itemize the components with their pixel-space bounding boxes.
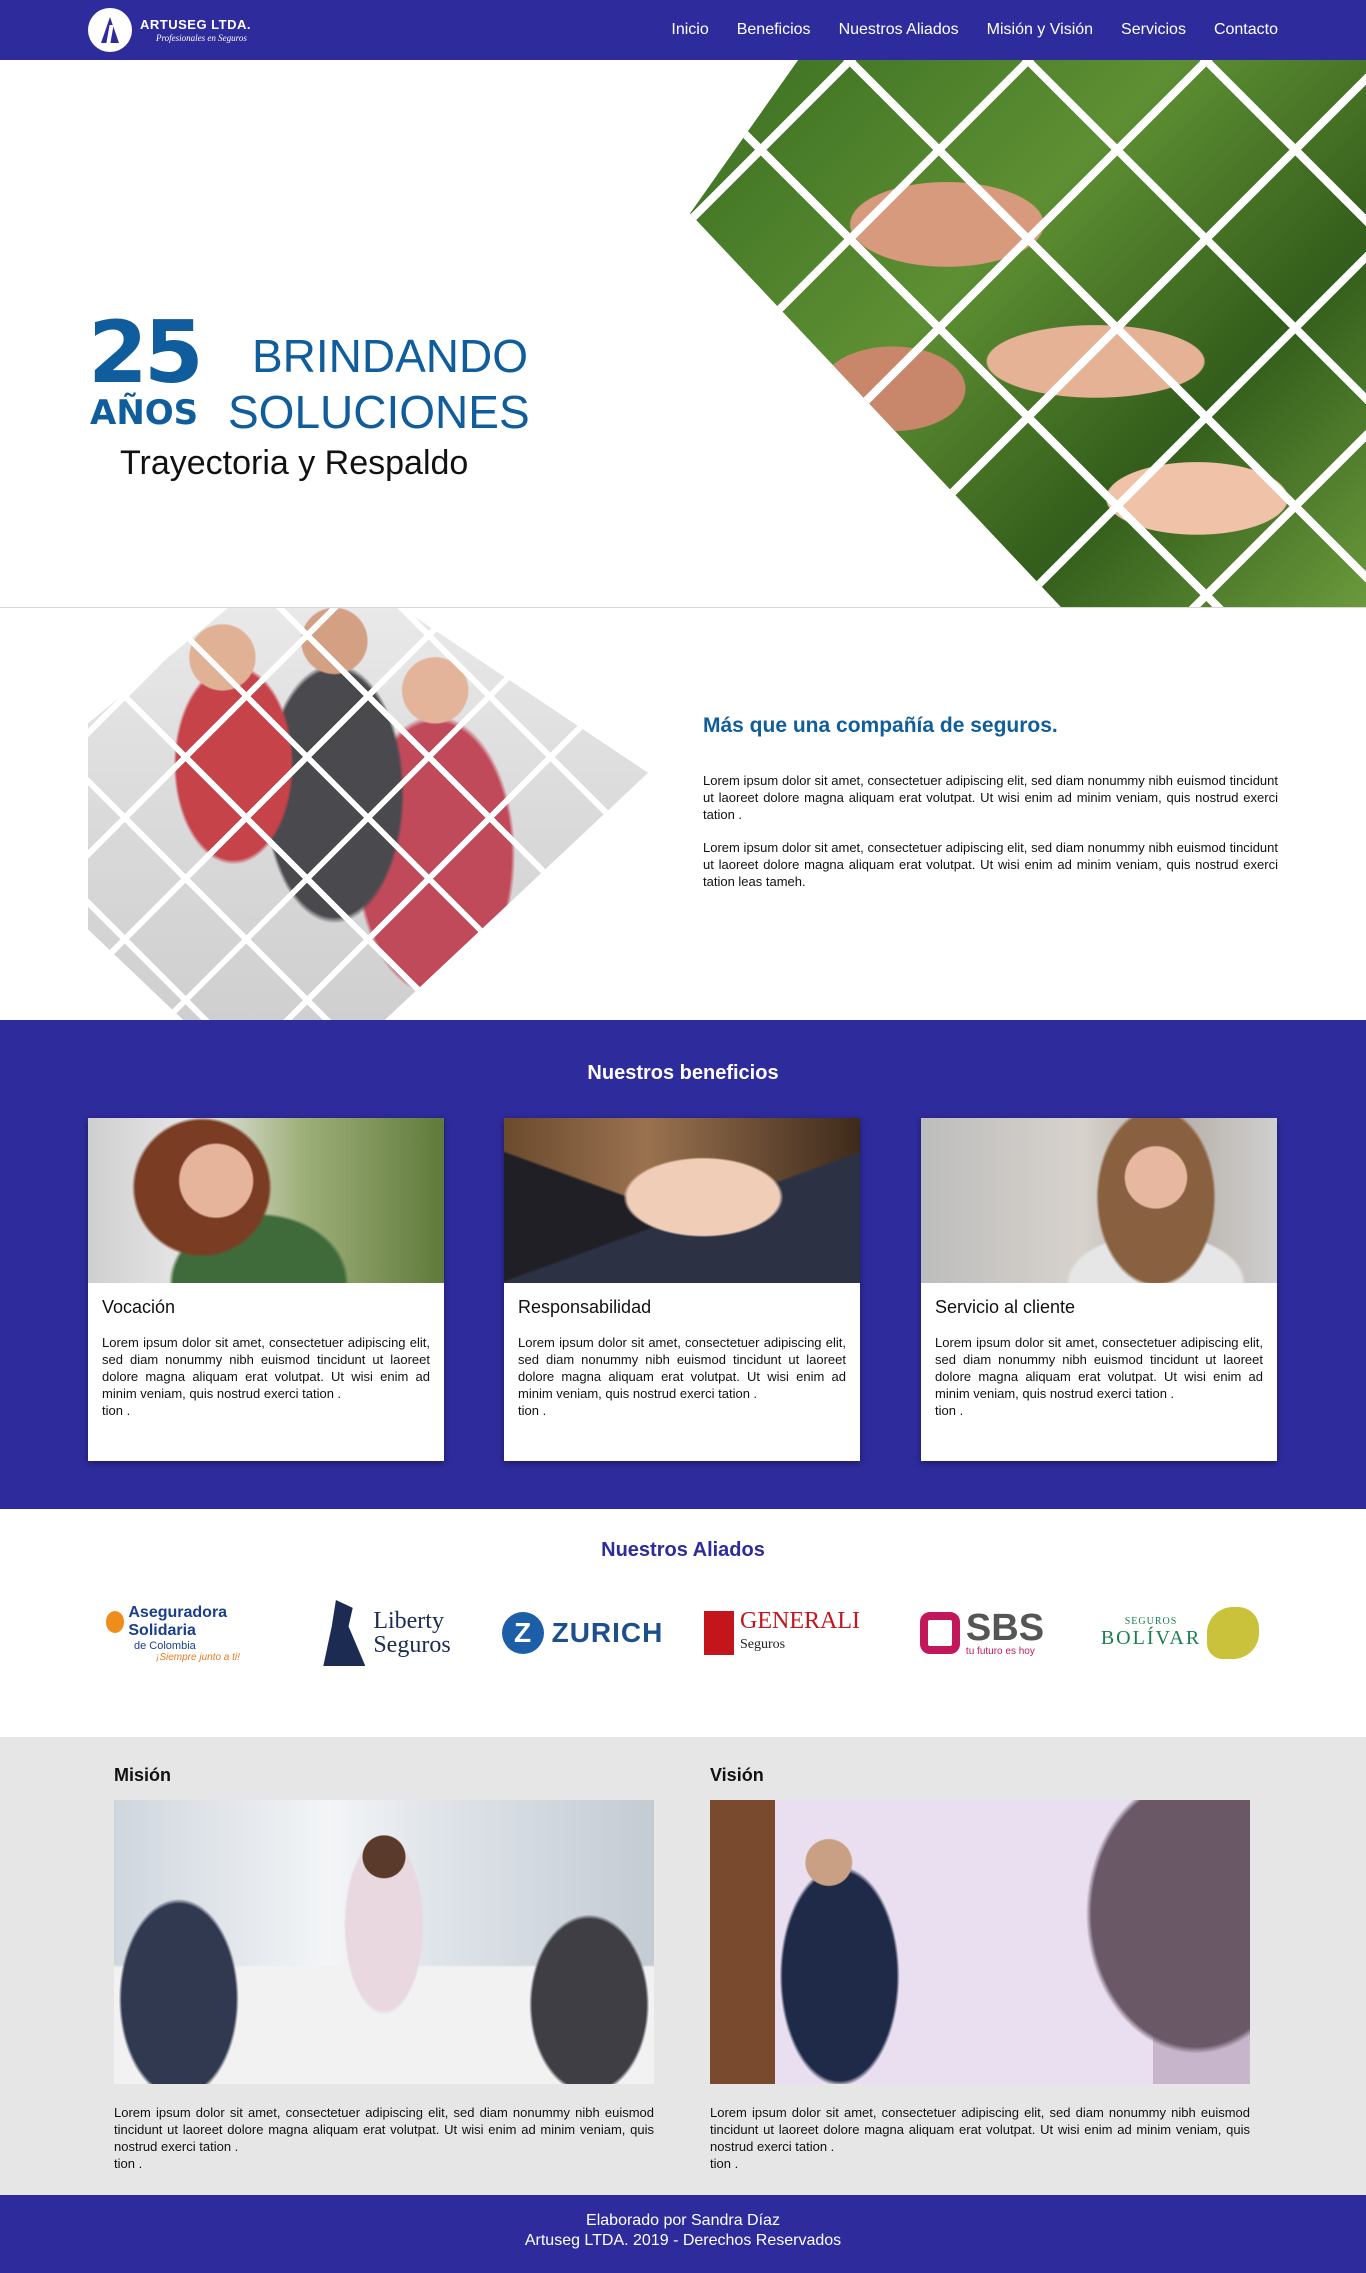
generali-lion-icon [704, 1611, 735, 1655]
benefits-title: Nuestros beneficios [587, 1062, 779, 1084]
nav-inicio[interactable]: Inicio [671, 21, 708, 39]
years-number: 25 [88, 303, 204, 403]
benefit-card-responsabilidad[interactable]: Responsabilidad Lorem ipsum dolor sit am… [504, 1118, 860, 1461]
benefit-text: Lorem ipsum dolor sit amet, consectetuer… [518, 1335, 846, 1418]
brand-logo[interactable]: ARTUSEG LTDA. Profesionales en Seguros [88, 8, 251, 52]
benefit-image [88, 1118, 444, 1283]
logo-icon [88, 8, 132, 52]
hero-section: 25 AÑOS BRINDANDO SOLUCIONES Trayectoria… [0, 60, 1366, 608]
mission-title: Misión [114, 1765, 171, 1785]
allies-section: Nuestros Aliados Aseguradora Solidaria d… [0, 1509, 1366, 1737]
hero-headline: BRINDANDO SOLUCIONES [228, 330, 530, 438]
about-title: Más que una compañía de seguros. [703, 714, 1058, 737]
nav-beneficios[interactable]: Beneficios [737, 21, 811, 39]
benefit-title: Responsabilidad [518, 1297, 652, 1317]
liberty-statue-icon [323, 1600, 366, 1666]
years-label: AÑOS [90, 393, 199, 433]
benefit-image [921, 1118, 1277, 1283]
footer-copyright: Artuseg LTDA. 2019 - Derechos Reservados [524, 2232, 842, 2249]
footer-credit: Elaborado por Sandra Díaz [586, 2212, 780, 2229]
benefit-text: Lorem ipsum dolor sit amet, consectetuer… [102, 1335, 430, 1418]
benefit-image [504, 1118, 860, 1283]
nav-mision-vision[interactable]: Misión y Visión [987, 21, 1093, 39]
zurich-icon: Z [501, 1612, 544, 1654]
vision-text: Lorem ipsum dolor sit amet, consectetuer… [710, 2105, 1250, 2171]
ally-sbs-logo[interactable]: SBS tu futuro es hoy [912, 1594, 1052, 1672]
ally-generali-logo[interactable]: GENERALI Seguros [704, 1594, 860, 1672]
ally-liberty-logo[interactable]: Liberty Seguros [312, 1594, 462, 1672]
sbs-icon [919, 1612, 960, 1654]
hero-subtitle: Trayectoria y Respaldo [120, 444, 469, 482]
hero-image-hands [690, 60, 1366, 607]
mission-image [114, 1800, 654, 2084]
allies-title: Nuestros Aliados [601, 1539, 765, 1561]
benefit-title: Vocación [102, 1297, 176, 1317]
vision-image [710, 1800, 1250, 2084]
ally-bolivar-logo[interactable]: SEGUROS BOLÍVAR [1100, 1594, 1260, 1672]
mission-column: Misión Lorem ipsum dolor sit amet, conse… [114, 1765, 654, 2172]
benefits-section: Nuestros beneficios Vocación Lorem ipsum… [0, 1020, 1366, 1509]
nav-servicios[interactable]: Servicios [1121, 21, 1186, 39]
mission-text: Lorem ipsum dolor sit amet, consectetuer… [114, 2105, 654, 2171]
about-paragraph: Lorem ipsum dolor sit amet, consectetuer… [703, 840, 1278, 889]
brand-tagline: Profesionales en Seguros [156, 32, 247, 43]
benefit-text: Lorem ipsum dolor sit amet, consectetuer… [935, 1335, 1263, 1418]
benefit-title: Servicio al cliente [935, 1297, 1076, 1317]
benefit-card-servicio[interactable]: Servicio al cliente Lorem ipsum dolor si… [921, 1118, 1277, 1461]
nav-contacto[interactable]: Contacto [1214, 21, 1278, 39]
family-photo [88, 608, 648, 1020]
about-section: Más que una compañía de seguros. Lorem i… [0, 608, 1366, 1020]
vision-title: Visión [710, 1765, 764, 1785]
about-content: Más que una compañía de seguros. Lorem i… [703, 714, 1278, 906]
vision-column: Visión Lorem ipsum dolor sit amet, conse… [710, 1765, 1250, 2172]
main-menu: Inicio Beneficios Nuestros Aliados Misió… [671, 21, 1278, 39]
ally-zurich-logo[interactable]: Z ZURICH [495, 1594, 670, 1672]
about-paragraph: Lorem ipsum dolor sit amet, consectetuer… [703, 773, 1278, 822]
footer: Elaborado por Sandra Díaz Artuseg LTDA. … [0, 2195, 1366, 2273]
bolivar-icon [1207, 1607, 1260, 1659]
aseguradora-icon [106, 1610, 125, 1633]
brand-name: ARTUSEG LTDA. [140, 16, 251, 32]
top-nav: ARTUSEG LTDA. Profesionales en Seguros I… [0, 0, 1366, 60]
benefit-card-vocacion[interactable]: Vocación Lorem ipsum dolor sit amet, con… [88, 1118, 444, 1461]
hands-diamond-photo [690, 60, 1366, 607]
ally-aseguradora-solidaria-logo[interactable]: Aseguradora Solidaria de Colombia ¡Siemp… [106, 1594, 271, 1672]
nav-nuestros-aliados[interactable]: Nuestros Aliados [839, 21, 959, 39]
mission-vision-section: Misión Lorem ipsum dolor sit amet, conse… [0, 1737, 1366, 2195]
